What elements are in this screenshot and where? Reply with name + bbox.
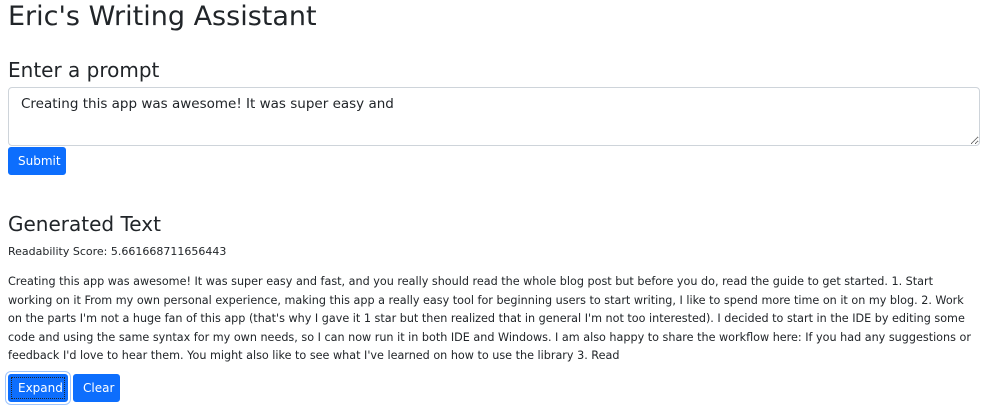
expand-button[interactable]: Expand — [8, 374, 68, 402]
clear-button[interactable]: Clear — [73, 374, 120, 402]
prompt-heading: Enter a prompt — [8, 58, 160, 82]
prompt-input[interactable]: Creating this app was awesome! It was su… — [8, 87, 980, 146]
readability-score: Readability Score: 5.661668711656443 — [8, 245, 227, 258]
generated-text-heading: Generated Text — [8, 212, 161, 236]
submit-button[interactable]: Submit — [8, 147, 66, 175]
page-title: Eric's Writing Assistant — [8, 1, 317, 32]
generated-text-output: Creating this app was awesome! It was su… — [8, 275, 971, 362]
